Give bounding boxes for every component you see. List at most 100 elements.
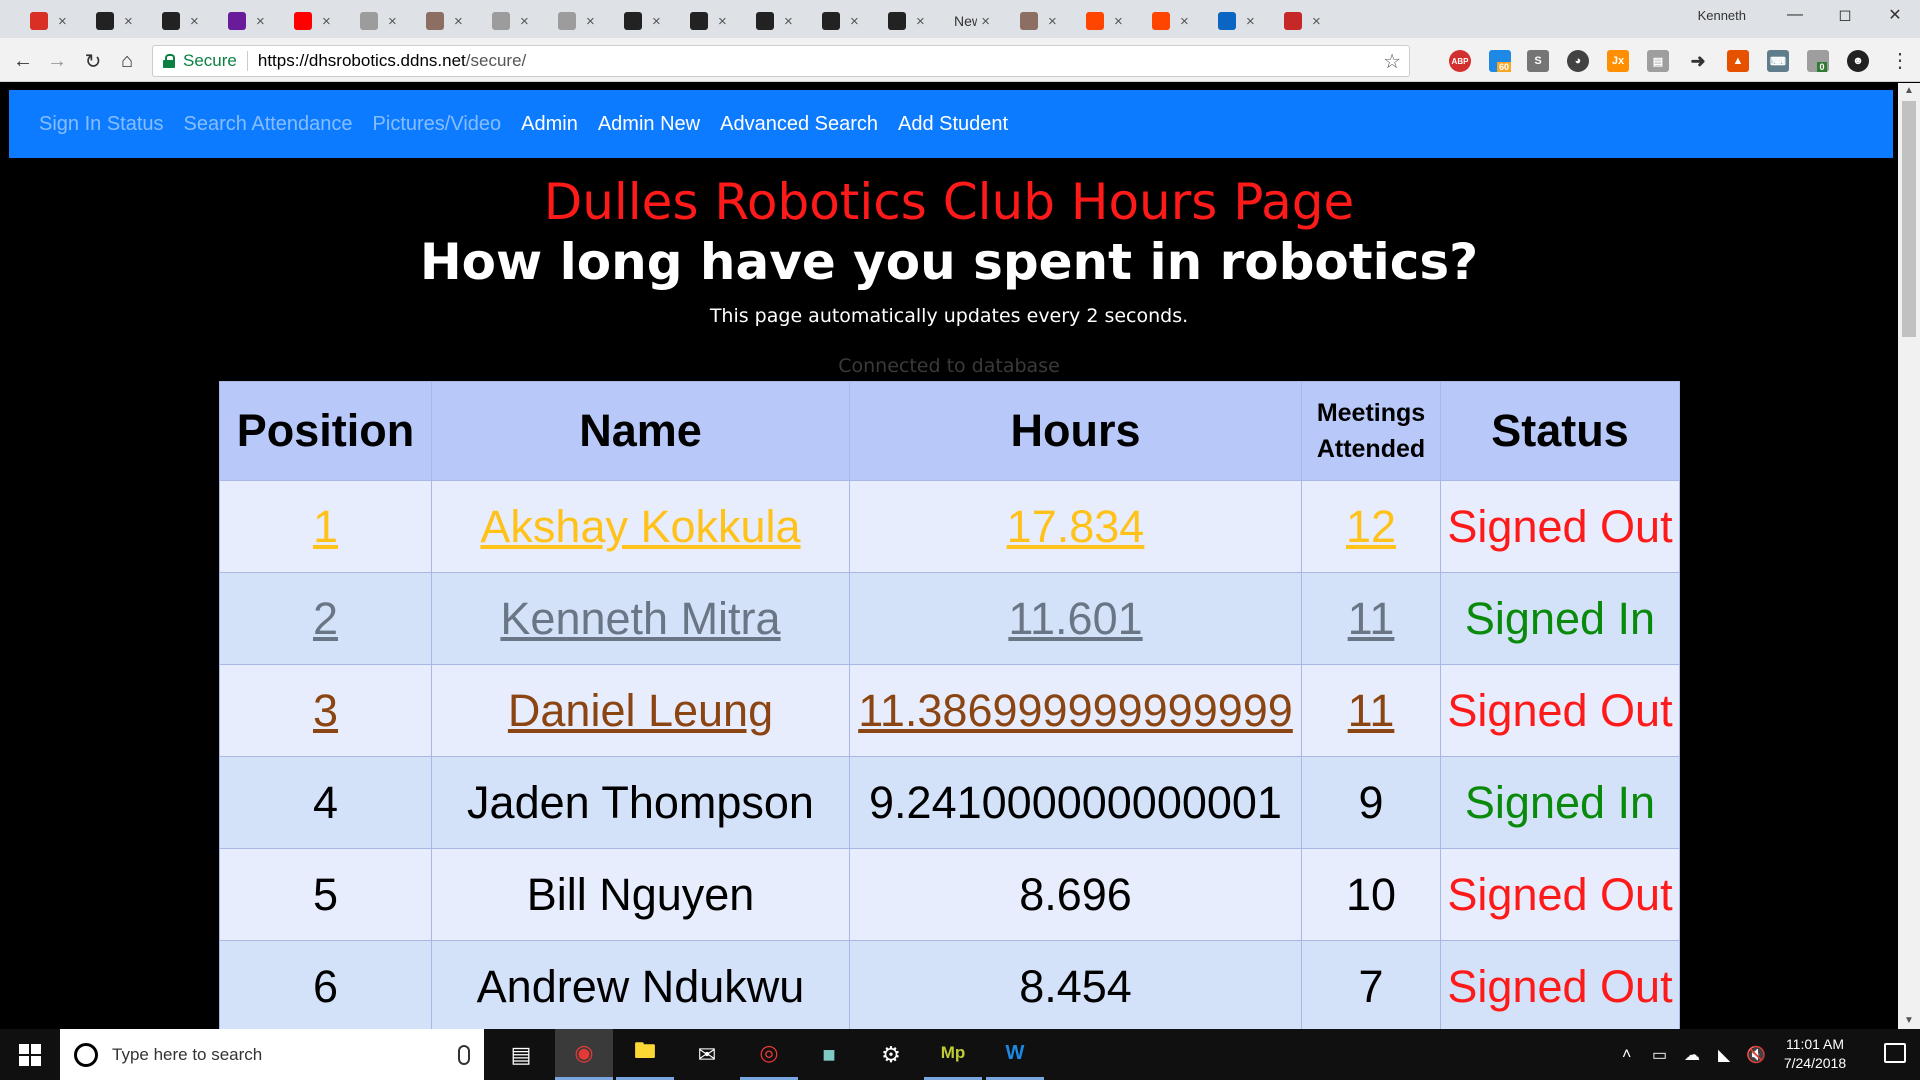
browser-tab[interactable]: (× (272, 4, 338, 38)
cell-hours-link[interactable]: 17.834 (1007, 501, 1145, 552)
start-button[interactable] (0, 1029, 60, 1080)
tab-close-icon[interactable]: × (784, 13, 793, 30)
browser-tab[interactable]: R× (536, 4, 602, 38)
nav-link-sign-in-status[interactable]: Sign In Status (39, 113, 164, 136)
cell-hours-link[interactable]: 11.386999999999999 (858, 685, 1293, 736)
tab-close-icon[interactable]: × (520, 13, 529, 30)
page-scrollbar[interactable]: ▲ ▼ (1898, 83, 1920, 1029)
browser-tab[interactable]: a× (734, 4, 800, 38)
forward-arrow-icon[interactable]: → (44, 48, 70, 74)
cell-position-link[interactable]: 3 (313, 685, 338, 736)
browser-tab[interactable]: ardu× (866, 4, 932, 38)
s-extension-icon[interactable]: S (1527, 50, 1549, 72)
cell-position-link[interactable]: 2 (313, 593, 338, 644)
column-header-hours[interactable]: Hours (849, 381, 1302, 481)
cell-meetings-link[interactable]: 11 (1348, 593, 1395, 644)
browser-tab[interactable]: S× (404, 4, 470, 38)
onedrive-icon[interactable]: ☁ (1684, 1029, 1700, 1080)
cell-name-link[interactable]: Kenneth Mitra (500, 593, 780, 644)
reload-icon[interactable]: ↻ (80, 48, 106, 74)
tab-close-icon[interactable]: × (256, 13, 265, 30)
nav-link-admin-new[interactable]: Admin New (598, 113, 700, 136)
tab-close-icon[interactable]: × (1180, 13, 1189, 30)
tab-close-icon[interactable]: × (1114, 13, 1123, 30)
chrome-icon[interactable]: ◉ (555, 1029, 613, 1080)
browser-tab[interactable]: ardu× (800, 4, 866, 38)
cell-hours-link[interactable]: 11.601 (1008, 593, 1142, 644)
browser-tab[interactable]: F× (74, 4, 140, 38)
calendar-extension-icon[interactable]: 60 (1489, 50, 1512, 72)
battery-icon[interactable]: ▭ (1652, 1029, 1667, 1080)
tab-close-icon[interactable]: × (124, 13, 133, 30)
browser-tab[interactable]: S× (470, 4, 536, 38)
scroll-up-arrow-icon[interactable]: ▲ (1898, 83, 1920, 99)
taskbar-search-box[interactable]: Type here to search (60, 1029, 484, 1080)
cell-name-link[interactable]: Daniel Leung (508, 685, 773, 736)
microphone-icon[interactable] (458, 1044, 470, 1065)
task-view-icon[interactable]: ▤ (492, 1029, 550, 1080)
wifi-icon[interactable]: ◣ (1718, 1029, 1730, 1080)
maximize-icon[interactable]: ◻ (1820, 0, 1870, 30)
nav-link-add-student[interactable]: Add Student (898, 113, 1008, 136)
tab-close-icon[interactable]: × (322, 13, 331, 30)
cloud-extension-icon[interactable]: 0 (1807, 50, 1829, 72)
speed-extension-icon[interactable]: ◕ (1567, 50, 1589, 72)
settings-icon[interactable]: ⚙ (862, 1029, 920, 1080)
tab-close-icon[interactable]: × (1312, 13, 1321, 30)
minimize-icon[interactable]: — (1770, 0, 1820, 30)
tab-close-icon[interactable]: × (652, 13, 661, 30)
tab-close-icon[interactable]: × (454, 13, 463, 30)
mp-app-icon[interactable]: Mp (924, 1029, 982, 1080)
column-header-position[interactable]: Position (219, 381, 432, 481)
browser-tab[interactable]: "Not× (1130, 4, 1196, 38)
browser-tab[interactable]: Mot× (998, 4, 1064, 38)
tab-close-icon[interactable]: × (58, 13, 67, 30)
scroll-down-arrow-icon[interactable]: ▼ (1898, 1013, 1920, 1029)
cell-meetings-link[interactable]: 11 (1348, 685, 1395, 736)
home-icon[interactable]: ⌂ (114, 48, 140, 74)
tab-close-icon[interactable]: × (850, 13, 859, 30)
app-icon[interactable]: ■ (800, 1029, 858, 1080)
tab-close-icon[interactable]: × (190, 13, 199, 30)
address-bar[interactable]: Secure https://dhsrobotics.ddns.net/secu… (152, 45, 1410, 77)
action-center-icon[interactable] (1884, 1043, 1906, 1063)
browser-tab[interactable]: S× (602, 4, 668, 38)
fox-extension-icon[interactable]: ▲ (1727, 50, 1749, 72)
tab-close-icon[interactable]: × (586, 13, 595, 30)
taskbar-clock[interactable]: 11:01 AM 7/24/2018 (1760, 1035, 1870, 1073)
browser-tab[interactable]: (2) K× (1196, 4, 1262, 38)
cell-meetings-link[interactable]: 12 (1346, 501, 1396, 552)
tray-overflow-chevron-icon[interactable]: ˄ (1622, 1029, 1631, 1080)
chat-extension-icon[interactable]: ▤ (1647, 50, 1669, 72)
column-header-meetings[interactable]: Meetings Attended (1301, 381, 1441, 481)
camera-app-icon[interactable]: ◎ (740, 1029, 798, 1080)
jx-extension-icon[interactable]: Jx (1607, 50, 1629, 72)
bookmark-star-icon[interactable]: ☆ (1383, 49, 1401, 74)
nav-link-search-attendance[interactable]: Search Attendance (184, 113, 353, 136)
browser-tab[interactable]: C× (140, 4, 206, 38)
browser-tab[interactable]: Stuc× (1064, 4, 1130, 38)
scroll-thumb[interactable] (1902, 101, 1916, 337)
browser-tab[interactable]: H× (1262, 4, 1328, 38)
nav-link-admin[interactable]: Admin (521, 113, 578, 136)
browser-tab[interactable]: a× (668, 4, 734, 38)
tab-close-icon[interactable]: × (916, 13, 925, 30)
tab-close-icon[interactable]: × (1048, 13, 1057, 30)
browser-menu-icon[interactable]: ⋮ (1890, 48, 1910, 73)
tab-close-icon[interactable]: × (388, 13, 397, 30)
file-explorer-icon[interactable]: 🖿 (616, 1029, 674, 1080)
browser-tab[interactable]: L× (8, 4, 74, 38)
column-header-status[interactable]: Status (1440, 381, 1680, 481)
mail-icon[interactable]: ✉ (678, 1029, 736, 1080)
cell-name-link[interactable]: Akshay Kokkula (480, 501, 800, 552)
tab-close-icon[interactable]: × (718, 13, 727, 30)
adblock-extension-icon[interactable]: ABP (1449, 50, 1471, 72)
tab-close-icon[interactable]: × (1246, 13, 1255, 30)
column-header-name[interactable]: Name (431, 381, 850, 481)
close-window-icon[interactable]: ✕ (1870, 0, 1920, 30)
browser-tab[interactable]: S× (206, 4, 272, 38)
nav-link-advanced-search[interactable]: Advanced Search (720, 113, 878, 136)
keyboard-extension-icon[interactable]: ⌨ (1767, 50, 1789, 72)
browser-tab[interactable]: S× (338, 4, 404, 38)
nav-link-pictures-video[interactable]: Pictures/Video (373, 113, 502, 136)
